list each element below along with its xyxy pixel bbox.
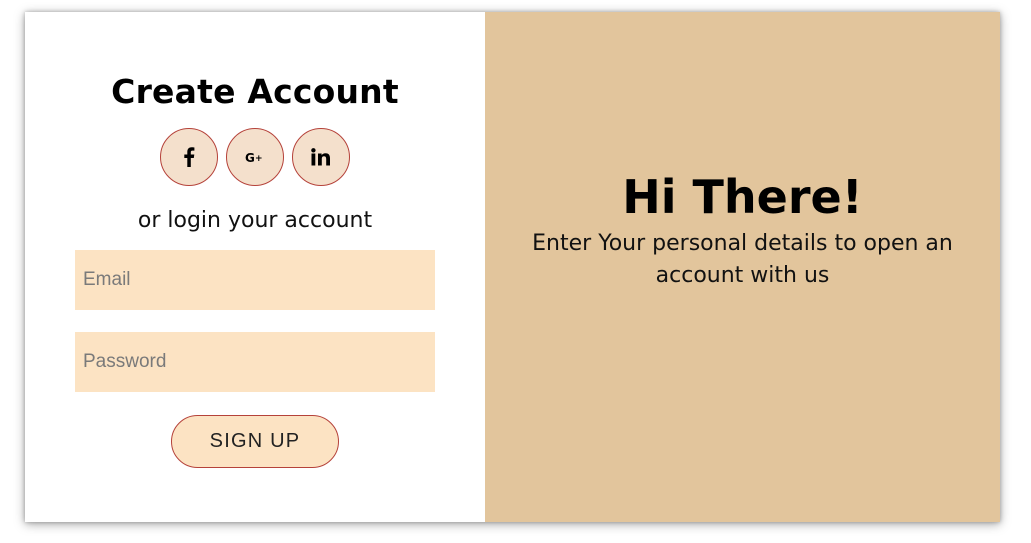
svg-text:G: G (245, 151, 255, 164)
login-subtitle: or login your account (137, 208, 373, 233)
welcome-description: Enter Your personal details to open an a… (532, 231, 953, 288)
sign-up-button[interactable]: SIGN UP (171, 415, 339, 468)
password-input[interactable] (75, 332, 435, 392)
google-plus-button[interactable]: G + (226, 128, 284, 186)
facebook-button[interactable] (160, 128, 218, 186)
welcome-heading: Hi There! (622, 170, 863, 224)
page-title: Create Account (111, 72, 399, 111)
social-login-group: G + (25, 128, 485, 188)
facebook-icon (183, 147, 195, 167)
svg-text:+: + (255, 154, 263, 164)
signup-panel: Create Account G + or login your account… (25, 12, 485, 522)
linkedin-button[interactable] (292, 128, 350, 186)
signup-card: Create Account G + or login your account… (25, 12, 1000, 522)
google-plus-icon: G + (245, 150, 265, 164)
welcome-panel: Hi There! Enter Your personal details to… (485, 12, 1000, 522)
linkedin-icon (311, 148, 331, 166)
email-input[interactable] (75, 250, 435, 310)
